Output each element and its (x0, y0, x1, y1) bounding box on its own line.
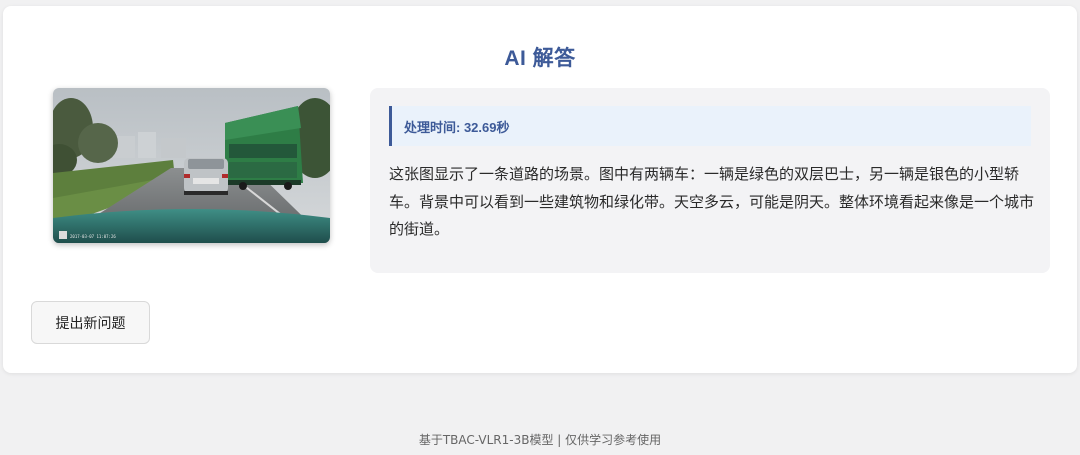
result-card: AI 解答 2017-03-07 11:07:26 处理时间: 32.69秒 这… (3, 6, 1077, 373)
page-title: AI 解答 (504, 47, 576, 70)
processing-time: 处理时间: 32.69秒 (389, 106, 1031, 146)
footer-text: 基于TBAC-VLR1-3B模型 | 仅供学习参考使用 (418, 433, 662, 447)
svg-text:2017-03-07 11:07:26: 2017-03-07 11:07:26 (70, 234, 116, 239)
new-question-button[interactable]: 提出新问题 (31, 301, 150, 344)
uploaded-image: 2017-03-07 11:07:26 (53, 88, 330, 243)
answer-text: 这张图显示了一条道路的场景。图中有两辆车：一辆是绿色的双层巴士，另一辆是银色的小… (389, 165, 1035, 238)
answer-panel: 处理时间: 32.69秒 这张图显示了一条道路的场景。图中有两辆车：一辆是绿色的… (370, 88, 1050, 273)
